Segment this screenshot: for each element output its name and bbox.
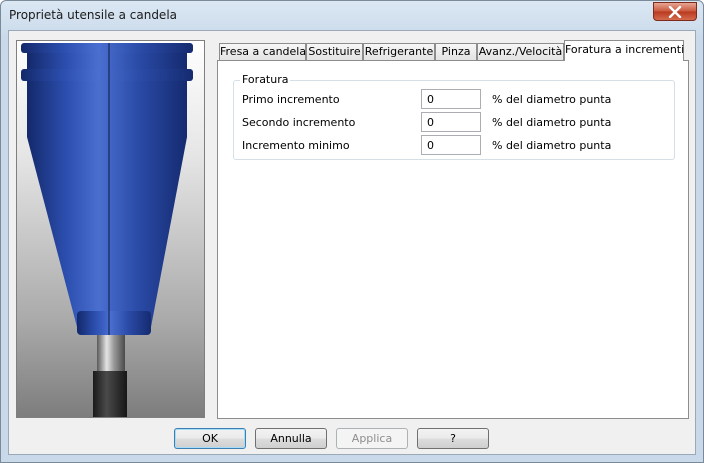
group-title: Foratura	[240, 73, 291, 86]
primo-incremento-input[interactable]	[421, 89, 481, 109]
foratura-group: Foratura Primo incremento % del diametro…	[233, 73, 675, 160]
tool-shank	[97, 335, 125, 371]
cancel-button[interactable]: Annulla	[255, 428, 327, 449]
incremento-minimo-label: Incremento minimo	[242, 139, 350, 152]
apply-button[interactable]: Applica	[336, 428, 408, 449]
secondo-incremento-input[interactable]	[421, 112, 481, 132]
holder-cone	[27, 137, 187, 327]
flange-neck	[27, 53, 187, 69]
endmill-holder-graphic	[21, 43, 193, 417]
tab-fresa-a-candela[interactable]: Fresa a candela	[219, 43, 306, 60]
tab-sostituire[interactable]: Sostituire	[306, 43, 363, 60]
tab-strip: Fresa a candela Sostituire Refrigerante …	[219, 40, 689, 61]
tool-preview	[16, 40, 205, 418]
flange-top	[21, 43, 193, 53]
tab-foratura-a-incrementi[interactable]: Foratura a incrementi	[564, 40, 684, 61]
window-title: Proprietà utensile a candela	[9, 8, 178, 22]
collet-nut	[77, 311, 151, 335]
dialog-window: Proprietà utensile a candela Fresa a can…	[0, 0, 704, 463]
flange-bottom	[21, 69, 193, 81]
secondo-incremento-label: Secondo incremento	[242, 116, 356, 129]
dialog-content: Fresa a candela Sostituire Refrigerante …	[8, 30, 696, 455]
tab-refrigerante[interactable]: Refrigerante	[363, 43, 435, 60]
close-icon	[668, 5, 682, 18]
close-button[interactable]	[653, 2, 697, 21]
tab-pinza[interactable]: Pinza	[435, 43, 477, 60]
tab-panel-foratura: Foratura Primo incremento % del diametro…	[217, 60, 689, 419]
ok-button[interactable]: OK	[174, 428, 246, 449]
help-button[interactable]: ?	[417, 428, 489, 449]
secondo-incremento-unit: % del diametro punta	[492, 116, 612, 129]
incremento-minimo-unit: % del diametro punta	[492, 139, 612, 152]
tab-avanz-velocita[interactable]: Avanz./Velocità	[477, 43, 564, 60]
primo-incremento-unit: % del diametro punta	[492, 93, 612, 106]
incremento-minimo-input[interactable]	[421, 135, 481, 155]
primo-incremento-label: Primo incremento	[242, 93, 340, 106]
holder-cylinder	[27, 81, 187, 137]
tool-cutter	[93, 371, 127, 417]
title-bar: Proprietà utensile a candela	[1, 1, 703, 29]
